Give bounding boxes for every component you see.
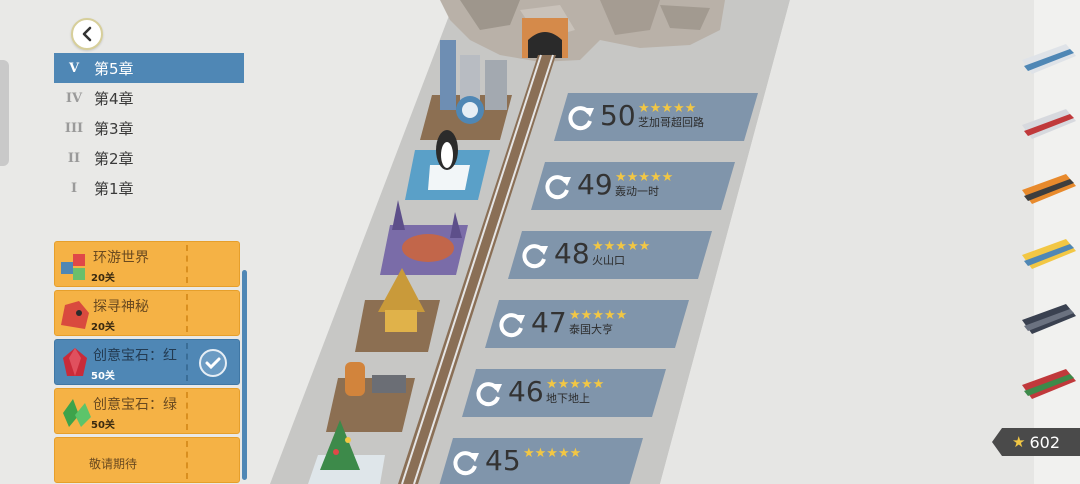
pack-title: 创意宝石：绿: [93, 397, 177, 413]
chapter-list: V 第5章 IV 第4章 III 第3章 II 第2章 I 第1章: [54, 53, 244, 203]
green-gem-icon: [63, 399, 91, 427]
level-item-49[interactable]: 49 ★★★★★轰动一时: [531, 162, 735, 210]
level-name: 轰动一时: [615, 184, 659, 198]
red-head-icon: [61, 301, 89, 329]
chapter-label: 第3章: [94, 119, 134, 138]
chapter-numeral: II: [67, 150, 81, 166]
level-name: 芝加哥超回路: [638, 115, 704, 129]
pack-title: 探寻神秘: [93, 299, 149, 315]
level-stars: ★★★★★: [592, 239, 650, 254]
chapter-numeral: I: [70, 180, 78, 196]
pack-divider: [186, 245, 188, 283]
train-panel-backdrop: [1034, 0, 1080, 484]
star-total-badge: ★ 602: [992, 428, 1080, 456]
chapter-label: 第1章: [94, 179, 134, 198]
chapter-numeral: V: [68, 60, 80, 76]
pack-divider: [186, 392, 188, 430]
pack-item-red-gem[interactable]: 创意宝石：红 50关: [54, 339, 240, 385]
level-stars: ★★★★★: [569, 308, 627, 323]
chapter-item-3[interactable]: III 第3章: [54, 113, 244, 143]
chapter-item-2[interactable]: II 第2章: [54, 143, 244, 173]
pack-title: 创意宝石：红: [93, 348, 177, 364]
pack-divider: [186, 441, 188, 479]
pack-level-count: 50关: [91, 371, 115, 382]
pack-level-count: 50关: [91, 420, 115, 431]
chapter-label: 第2章: [94, 149, 134, 168]
pack-divider: [186, 343, 188, 381]
chapter-label: 第5章: [94, 59, 134, 78]
chapter-item-4[interactable]: IV 第4章: [54, 83, 244, 113]
pack-divider: [186, 294, 188, 332]
pack-level-count: 20关: [91, 322, 115, 333]
level-bar-bg: [439, 438, 643, 484]
chapter-numeral: IV: [65, 90, 83, 106]
chapter-numeral: III: [64, 120, 84, 136]
pack-item-coming-soon: 敬请期待: [54, 437, 240, 483]
pack-item-around-the-world[interactable]: 环游世界 20关: [54, 241, 240, 287]
level-item-48[interactable]: 48 ★★★★★火山口: [508, 231, 712, 279]
pack-item-mystery[interactable]: 探寻神秘 20关: [54, 290, 240, 336]
side-drawer-handle[interactable]: [0, 60, 9, 166]
level-name: 火山口: [592, 254, 625, 267]
level-item-47[interactable]: 47 ★★★★★泰国大亨: [485, 300, 689, 348]
back-button[interactable]: [71, 18, 103, 50]
chapter-item-1[interactable]: I 第1章: [54, 173, 244, 203]
level-stars: ★★★★★: [638, 101, 696, 116]
level-name: 泰国大亨: [569, 322, 613, 336]
pack-title: 敬请期待: [89, 457, 138, 471]
level-stars: ★★★★★: [546, 377, 604, 392]
chapter-item-5[interactable]: V 第5章: [54, 53, 244, 83]
level-stars: ★★★★★: [615, 170, 673, 185]
level-pack-list: 环游世界 20关 探寻神秘 20关 创意宝石：红 50关 创意宝石：绿 50关 …: [54, 236, 249, 484]
level-number: 49: [577, 168, 613, 201]
train-selector: [1034, 0, 1080, 484]
level-item-50[interactable]: 50 ★★★★★芝加哥超回路: [554, 93, 758, 141]
level-stars: ★★★★★: [523, 446, 581, 461]
pack-item-green-gem[interactable]: 创意宝石：绿 50关: [54, 388, 240, 434]
level-number: 47: [531, 306, 567, 339]
star-total: 602: [1029, 432, 1060, 452]
red-gem-icon: [63, 348, 87, 376]
star-icon: ★: [1012, 433, 1026, 451]
chevron-left-icon: [82, 26, 92, 42]
level-number: 46: [508, 375, 544, 408]
level-number: 45: [485, 444, 521, 477]
pack-title: 环游世界: [93, 250, 149, 266]
check-icon: [199, 349, 227, 377]
cubes-icon: [61, 254, 85, 280]
level-number: 48: [554, 237, 590, 270]
level-item-45[interactable]: 45 ★★★★★: [439, 438, 643, 484]
chapter-label: 第4章: [94, 89, 134, 108]
pack-level-count: 20关: [91, 273, 115, 284]
level-number: 50: [600, 99, 636, 132]
level-name: 地下地上: [546, 392, 590, 405]
level-item-46[interactable]: 46 ★★★★★地下地上: [462, 369, 666, 417]
